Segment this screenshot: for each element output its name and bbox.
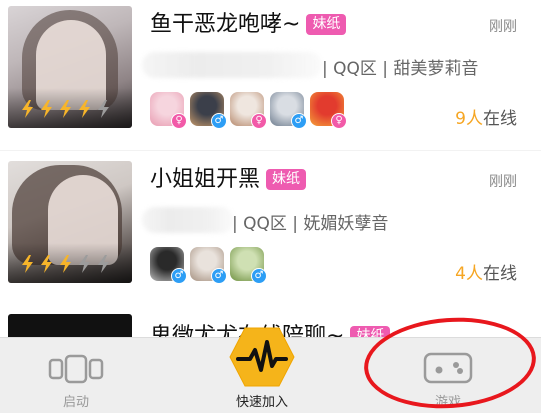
tab-quick-join[interactable]: 快速加入: [214, 327, 310, 413]
male-icon: ♂: [171, 268, 187, 284]
female-icon: ♀: [171, 113, 187, 129]
female-icon: ♀: [251, 113, 267, 129]
member-avatar[interactable]: ♂: [190, 247, 227, 284]
member-avatars: ♂ ♂ ♂: [150, 247, 267, 284]
member-avatars: ♀ ♂ ♀ ♂ ♀: [150, 92, 347, 129]
gender-badge: 妹纸: [266, 169, 307, 190]
pulse-wave-icon: [229, 327, 295, 387]
room-title: 小姐姐开黑: [150, 167, 261, 192]
divider: [0, 150, 541, 151]
room-time: 刚刚: [489, 19, 517, 35]
lightning-bolt-icon: [98, 255, 109, 273]
tab-start-label: 启动: [62, 395, 89, 410]
blurred-text: [142, 207, 234, 233]
online-count: 4人在线: [455, 264, 517, 284]
female-icon: ♀: [331, 113, 347, 129]
member-avatar[interactable]: ♀: [230, 92, 267, 129]
lightning-bolt-icon: [22, 255, 33, 273]
lightning-bolt-icon: [98, 100, 109, 118]
lightning-bolt-icon: [79, 255, 90, 273]
room-time: 刚刚: [489, 174, 517, 190]
member-avatar[interactable]: ♂: [190, 92, 227, 129]
room-rating: [20, 100, 111, 118]
member-avatar[interactable]: ♂: [150, 247, 187, 284]
online-count: 9人在线: [455, 109, 517, 129]
blurred-text: [142, 52, 322, 78]
male-icon: ♂: [251, 268, 267, 284]
male-icon: ♂: [291, 113, 307, 129]
lightning-bolt-icon: [41, 100, 52, 118]
lightning-bolt-icon: [41, 255, 52, 273]
layout-panels-icon: [48, 354, 104, 384]
lightning-bolt-icon: [22, 100, 33, 118]
male-icon: ♂: [211, 113, 227, 129]
room-meta: | QQ区 | 甜美萝莉音: [322, 59, 479, 79]
member-avatar[interactable]: ♀: [150, 92, 187, 129]
gender-badge: 妹纸: [306, 14, 347, 35]
room-card[interactable]: 鱼干恶龙咆哮~ 妹纸 刚刚 | QQ区 | 甜美萝莉音 ♀ ♂ ♀ ♂ ♀ 9人在线: [0, 0, 541, 150]
room-title: 鱼干恶龙咆哮~: [150, 12, 301, 37]
lightning-bolt-icon: [79, 100, 90, 118]
room-meta: | QQ区 | 妩媚妖孽音: [232, 214, 389, 234]
member-avatar[interactable]: ♂: [230, 247, 267, 284]
tab-quick-join-label: 快速加入: [235, 395, 288, 410]
room-cover-image: [8, 161, 132, 283]
room-card[interactable]: 小姐姐开黑 妹纸 刚刚 | QQ区 | 妩媚妖孽音 ♂ ♂ ♂ 4人在线: [0, 155, 541, 305]
lightning-bolt-icon: [60, 255, 71, 273]
member-avatar[interactable]: ♂: [270, 92, 307, 129]
lightning-bolt-icon: [60, 100, 71, 118]
male-icon: ♂: [211, 268, 227, 284]
room-rating: [20, 255, 111, 273]
tab-start[interactable]: 启动: [30, 338, 122, 413]
member-avatar[interactable]: ♀: [310, 92, 347, 129]
room-cover-image: [8, 6, 132, 128]
